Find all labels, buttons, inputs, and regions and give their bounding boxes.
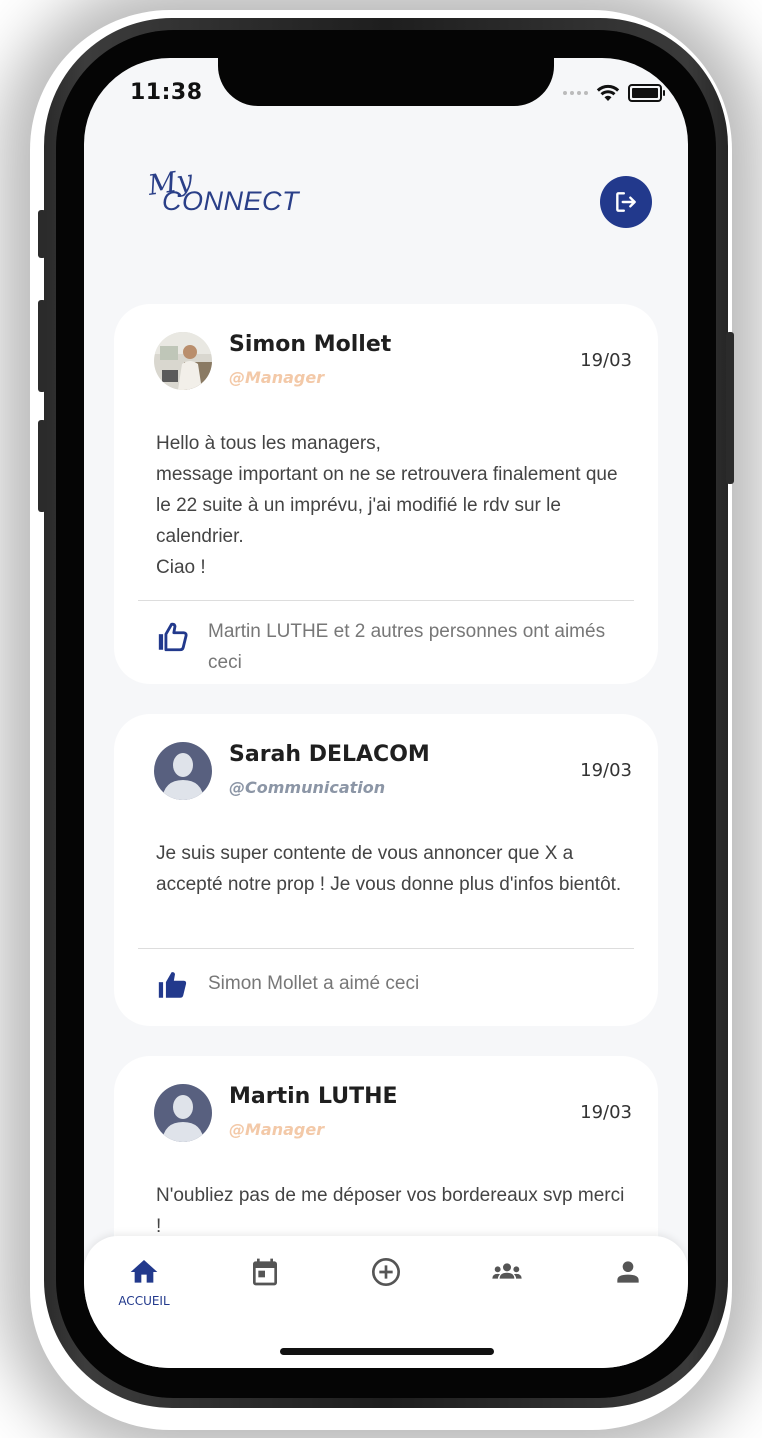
volume-down-button	[38, 420, 46, 512]
home-indicator	[280, 1348, 494, 1355]
post-card: Simon Mollet @Manager 19/03 Hello à tous…	[114, 304, 658, 684]
volume-up-button	[38, 300, 46, 392]
app-logo: My CONNECT	[144, 163, 304, 226]
author-role: @Manager	[229, 368, 325, 387]
logout-icon	[616, 192, 636, 212]
avatar	[154, 332, 212, 390]
nav-item-groups[interactable]	[467, 1256, 547, 1288]
mute-switch	[38, 210, 46, 258]
person-icon	[617, 1261, 639, 1283]
nav-item-add[interactable]	[346, 1256, 426, 1288]
like-filled-icon[interactable]	[156, 968, 190, 1002]
calendar-icon	[253, 1258, 277, 1286]
battery-icon	[628, 84, 665, 102]
nav-item-profile[interactable]	[588, 1256, 668, 1288]
likes-text[interactable]: Simon Mollet a aimé ceci	[208, 968, 638, 999]
power-button	[726, 332, 734, 484]
divider	[138, 600, 634, 601]
avatar-placeholder	[154, 742, 212, 800]
nav-item-calendar[interactable]	[225, 1256, 305, 1288]
post-date: 19/03	[580, 350, 632, 371]
post-date: 19/03	[580, 760, 632, 781]
status-icons	[563, 84, 665, 102]
post-text: Je suis super contente de vous annoncer …	[156, 843, 622, 895]
like-outline-icon[interactable]	[156, 620, 190, 654]
nav-item-home[interactable]: ACCUEIL	[104, 1256, 184, 1308]
logout-button[interactable]	[600, 176, 652, 228]
add-circle-icon	[372, 1258, 400, 1286]
post-date: 19/03	[580, 1102, 632, 1123]
logo-connect: CONNECT	[162, 186, 299, 216]
groups-icon	[492, 1263, 522, 1279]
author-name: Martin LUTHE	[229, 1084, 398, 1109]
avatar-placeholder	[154, 1084, 212, 1142]
likes-text[interactable]: Martin LUTHE et 2 autres personnes ont a…	[208, 616, 638, 678]
wifi-icon	[596, 84, 620, 101]
author-role: @Communication	[229, 778, 386, 797]
notch	[218, 58, 554, 106]
signal-icon	[563, 91, 588, 95]
divider	[138, 948, 634, 949]
post-text: N'oubliez pas de me déposer vos borderea…	[156, 1185, 625, 1237]
author-name: Sarah DELACOM	[229, 742, 430, 767]
nav-label-home: ACCUEIL	[118, 1294, 170, 1308]
author-name: Simon Mollet	[229, 332, 392, 357]
post-card: Sarah DELACOM @Communication 19/03 Je su…	[114, 714, 658, 1026]
author-role: @Manager	[229, 1120, 325, 1139]
status-time: 11:38	[130, 80, 203, 105]
post-text: Hello à tous les managers, message impor…	[156, 433, 618, 578]
home-icon	[130, 1260, 158, 1283]
app-screen: 11:38 My CONNECT Simon Mollet @Manager 1…	[84, 58, 688, 1368]
